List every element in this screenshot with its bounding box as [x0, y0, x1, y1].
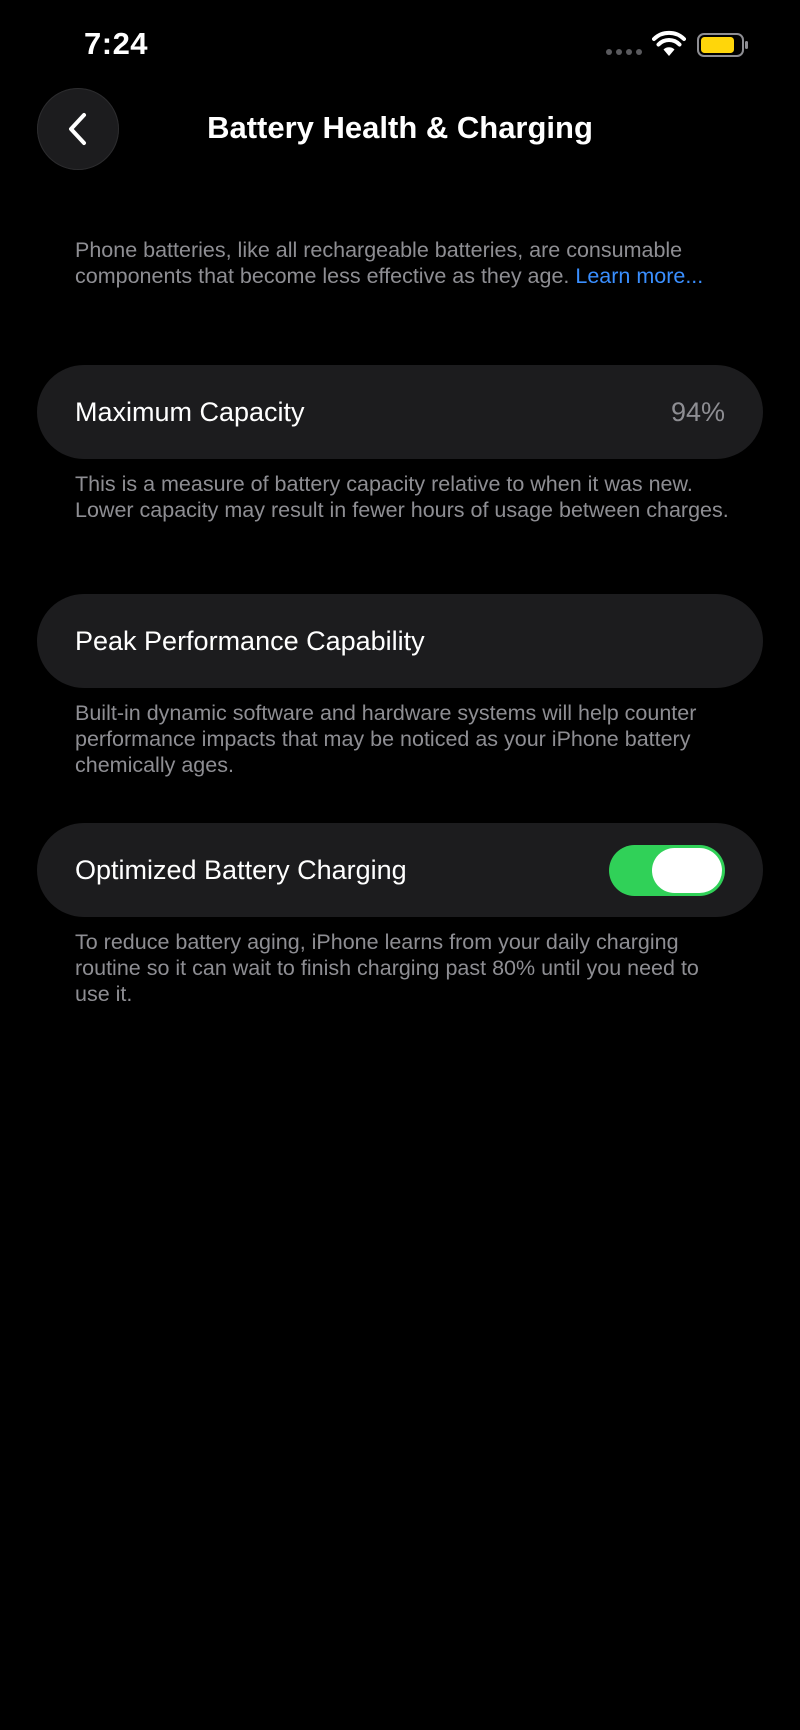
toggle-knob	[652, 848, 722, 893]
wifi-icon	[652, 30, 686, 56]
navigation-bar: Battery Health & Charging	[0, 86, 800, 172]
maximum-capacity-footnote: This is a measure of battery capacity re…	[75, 472, 729, 522]
optimized-charging-label: Optimized Battery Charging	[75, 855, 407, 885]
optimized-charging-toggle[interactable]	[609, 845, 725, 896]
page-title: Battery Health & Charging	[0, 110, 800, 146]
peak-performance-row[interactable]: Peak Performance Capability	[37, 594, 763, 688]
battery-icon	[697, 33, 748, 57]
status-bar: 7:24	[0, 0, 800, 90]
optimized-charging-footnote: To reduce battery aging, iPhone learns f…	[75, 930, 699, 1006]
maximum-capacity-value: 94%	[670, 397, 725, 427]
peak-performance-label: Peak Performance Capability	[75, 626, 425, 656]
status-time: 7:24	[84, 26, 149, 61]
page-title-text: Battery Health & Charging	[207, 110, 593, 145]
peak-performance-footnote: Built-in dynamic software and hardware s…	[75, 701, 697, 777]
cellular-signal-icon	[606, 49, 642, 55]
maximum-capacity-row: Maximum Capacity 94%	[37, 365, 763, 459]
optimized-charging-row: Optimized Battery Charging	[37, 823, 763, 917]
intro-text: Phone batteries, like all rechargeable b…	[75, 237, 735, 289]
learn-more-link[interactable]: Learn more...	[575, 264, 703, 288]
maximum-capacity-label: Maximum Capacity	[75, 397, 305, 427]
